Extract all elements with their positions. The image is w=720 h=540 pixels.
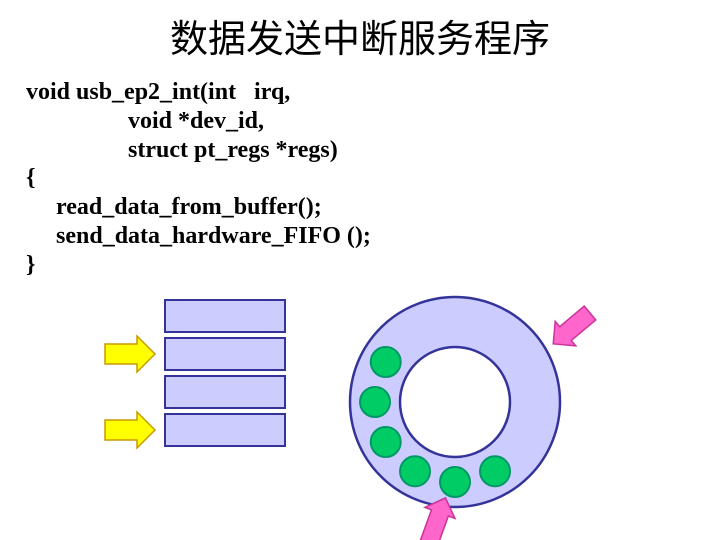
ring-slot-dot — [440, 467, 470, 497]
code-line: send_data_hardware_FIFO (); — [26, 223, 371, 249]
code-line: read_data_from_buffer(); — [26, 194, 322, 220]
ring-hole — [400, 347, 510, 457]
buffer-slot — [165, 338, 285, 370]
slide-title: 数据发送中断服务程序 — [0, 8, 720, 63]
code-line: struct pt_regs *regs) — [26, 137, 338, 163]
ring-slot-dot — [371, 347, 401, 377]
ring-slot-dot — [360, 387, 390, 417]
code-line: { — [26, 165, 35, 191]
arrow-icon — [105, 336, 155, 372]
code-line: void *dev_id, — [26, 108, 264, 134]
ring-slot-dot — [480, 456, 510, 486]
code-line: void usb_ep2_int(int irq, — [26, 79, 290, 105]
code-line: } — [26, 252, 35, 278]
buffer-slot — [165, 376, 285, 408]
buffer-slot — [165, 300, 285, 332]
buffer-slot — [165, 414, 285, 446]
ring-slot-dot — [371, 427, 401, 457]
arrow-icon — [543, 301, 600, 356]
ring-slot-dot — [400, 456, 430, 486]
arrow-icon — [105, 412, 155, 448]
diagram-svg — [0, 290, 720, 540]
code-block: void usb_ep2_int(int irq, void *dev_id, … — [26, 78, 371, 280]
